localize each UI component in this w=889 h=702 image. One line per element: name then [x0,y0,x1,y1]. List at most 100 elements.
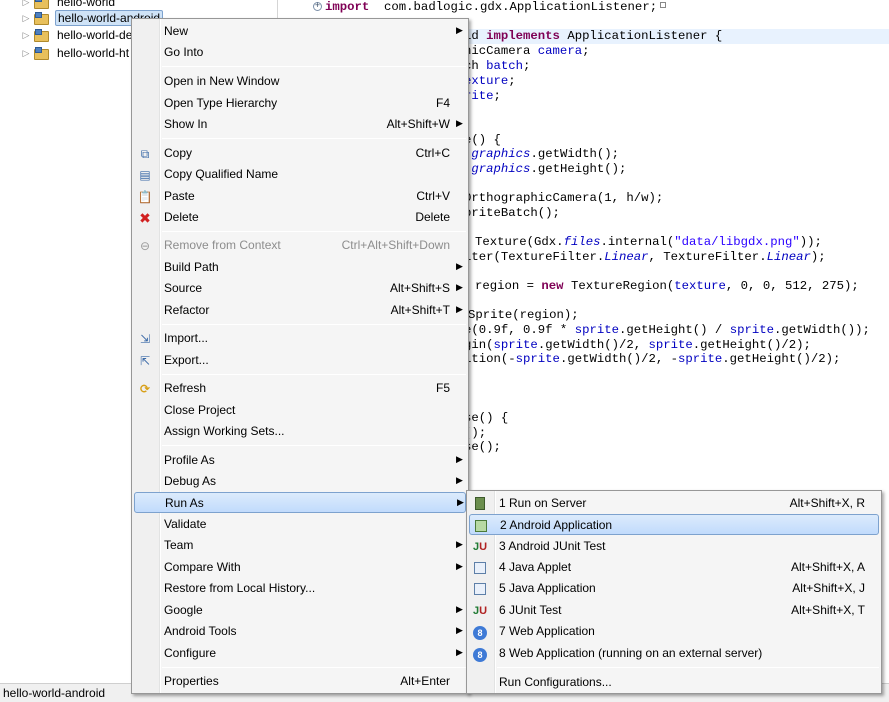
menu-item-google[interactable]: Google ▶ [134,600,466,621]
menu-item-open-in-new-window[interactable]: Open in New Window [134,71,466,92]
menu-item-restore-from-local-history[interactable]: Restore from Local History... [134,578,466,599]
menu-item-shortcut: Ctrl+Alt+Shift+Down [341,238,450,252]
menu-item-2-android-application[interactable]: 2 Android Application [469,514,879,535]
expand-arrow-icon[interactable]: ▷ [21,0,31,8]
menu-item-label: Copy Qualified Name [164,167,279,181]
menu-item-label: Compare With [164,560,241,574]
menu-item-copy-qualified-name[interactable]: ▤ Copy Qualified Name [134,164,466,185]
submenu-arrow-icon: ▶ [456,118,463,128]
menu-separator [162,66,466,67]
menu-item-label: Import... [164,331,209,345]
code-token: nicCamera [464,44,538,58]
menu-item-8-web-application-running-on-an-external-server[interactable]: 8 8 Web Application (running on an extern… [469,643,879,664]
code-token: .getWidth()/2, - [559,352,679,366]
menu-item-label: 6 JUnit Test [499,603,562,617]
menu-item-label: Go Into [164,45,204,59]
menu-item-refactor[interactable]: Refactor Alt+Shift+T ▶ [134,300,466,321]
code-token: e(0.9f, 0.9f * [464,323,575,337]
menu-item-label: 1 Run on Server [499,496,587,510]
menu-item-3-android-junit-test[interactable]: JU 3 Android JUnit Test [469,536,879,557]
code-token: Linear [604,250,649,264]
expand-arrow-icon[interactable]: ▷ [21,13,31,24]
menu-item-run-configurations[interactable]: Run Configurations... [469,672,879,693]
menu-item-shortcut: Ctrl+C [415,146,450,160]
menu-item-import[interactable]: ⇲ Import... [134,328,466,349]
code-token: graphics [471,162,531,176]
menu-item-properties[interactable]: Properties Alt+Enter [134,671,466,692]
menu-item-go-into[interactable]: Go Into [134,42,466,63]
menu-item-profile-as[interactable]: Profile As ▶ [134,450,466,471]
menu-item-debug-as[interactable]: Debug As ▶ [134,471,466,492]
code-token: ; [493,89,501,103]
menu-item-shortcut: Alt+Shift+X, R [789,496,865,510]
menu-item-label: Google [164,603,203,617]
java-project-icon [34,0,50,9]
submenu-arrow-icon: ▶ [456,25,463,35]
menu-item-label: New [164,24,189,38]
expand-arrow-icon[interactable]: ▷ [21,48,31,59]
code-token: , TextureFilter. [648,250,767,264]
menu-item-label: Delete [164,210,199,224]
menu-item-delete[interactable]: ✖ Delete Delete [134,207,466,228]
menu-separator [162,667,466,668]
status-text: hello-world-android [3,686,106,700]
menu-item-shortcut: Ctrl+V [416,189,450,203]
server-icon [472,496,488,512]
menu-item-label: Restore from Local History... [164,581,316,595]
menu-item-source[interactable]: Source Alt+Shift+S ▶ [134,278,466,299]
submenu-arrow-icon: ▶ [456,475,463,485]
menu-item-open-type-hierarchy[interactable]: Open Type Hierarchy F4 [134,93,466,114]
expand-arrow-icon[interactable]: ▷ [21,30,31,41]
menu-item-label: 5 Java Application [499,581,596,595]
code-token: "data/libgdx.png" [674,235,800,249]
menu-item-7-web-application[interactable]: 8 7 Web Application [469,621,879,642]
menu-item-validate[interactable]: Validate [134,514,466,535]
applet-icon [472,560,488,576]
folded-marker-icon[interactable] [660,2,667,8]
web-app-icon: 8 [472,624,488,640]
menu-item-copy[interactable]: ⧉ Copy Ctrl+C [134,143,466,164]
expand-fold-icon[interactable]: + [313,2,322,11]
code-token: OrthographicCamera(1, h/w); [464,191,664,205]
menu-item-paste[interactable]: 📋 Paste Ctrl+V [134,186,466,207]
code-token: se() { [464,411,509,425]
menu-item-5-java-application[interactable]: 5 Java Application Alt+Shift+X, J [469,578,879,599]
code-token: sprite [515,352,560,366]
submenu-arrow-icon: ▶ [456,647,463,657]
menu-item-close-project[interactable]: Close Project [134,400,466,421]
menu-item-show-in[interactable]: Show In Alt+Shift+W ▶ [134,114,466,135]
menu-item-label: Close Project [164,403,236,417]
tree-item-label: hello-world-de [57,28,133,42]
submenu-arrow-icon: ▶ [456,261,463,271]
menu-item-label: Export... [164,353,209,367]
menu-item-label: Refresh [164,381,207,395]
java-app-icon [472,581,488,597]
submenu-arrow-icon: ▶ [457,497,464,507]
menu-item-shortcut: F4 [435,96,450,110]
refresh-icon: ⟳ [139,382,151,396]
menu-item-android-tools[interactable]: Android Tools ▶ [134,621,466,642]
menu-item-new[interactable]: New ▶ [134,21,466,42]
copy-icon: ⧉ [140,147,150,161]
menu-item-label: Team [164,538,194,552]
menu-item-configure[interactable]: Configure ▶ [134,643,466,664]
remove-context-icon: ⊖ [139,239,151,253]
menu-item-build-path[interactable]: Build Path ▶ [134,257,466,278]
menu-item-refresh[interactable]: ⟳ Refresh F5 [134,378,466,399]
code-token: Texture(Gdx. [475,235,564,249]
menu-item-shortcut: Alt+Shift+W [386,117,450,131]
menu-item-4-java-applet[interactable]: 4 Java Applet Alt+Shift+X, A [469,557,879,578]
paste-icon: 📋 [137,190,153,204]
menu-separator [162,374,466,375]
menu-item-compare-with[interactable]: Compare With ▶ [134,557,466,578]
web-app-icon: 8 [472,646,488,662]
menu-item-6-junit-test[interactable]: JU 6 JUnit Test Alt+Shift+X, T [469,600,879,621]
delete-icon: ✖ [139,210,151,226]
menu-item-1-run-on-server[interactable]: 1 Run on Server Alt+Shift+X, R [469,493,879,514]
menu-item-assign-working-sets[interactable]: Assign Working Sets... [134,421,466,442]
code-token: ApplicationListener { [559,29,723,43]
menu-item-label: Debug As [164,474,217,488]
menu-item-export[interactable]: ⇱ Export... [134,350,466,371]
menu-item-run-as[interactable]: Run As ▶ [134,492,466,513]
menu-item-team[interactable]: Team ▶ [134,535,466,556]
